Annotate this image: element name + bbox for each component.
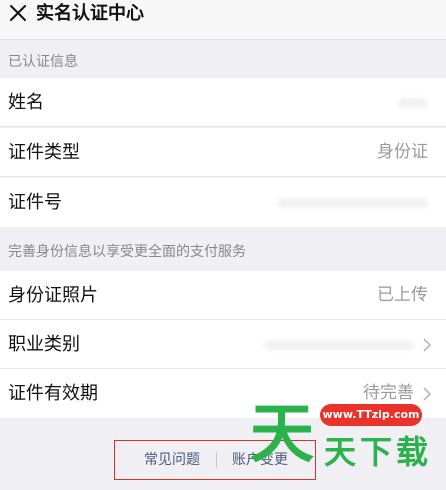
row-id-number-label: 证件号 <box>8 192 62 213</box>
watermark: 天 www.TTzip.com 天下载 <box>244 390 446 490</box>
row-occupation-label: 职业类别 <box>8 334 80 355</box>
row-id-type: 证件类型 身份证 <box>0 128 446 177</box>
row-id-type-label: 证件类型 <box>8 142 80 163</box>
id-number-value-blurred <box>278 198 428 208</box>
watermark-url: www.TTzip.com <box>320 404 422 426</box>
occupation-value-blurred <box>264 340 414 350</box>
section-header-improve-info: 完善身份信息以享受更全面的支付服务 <box>0 227 446 271</box>
row-occupation[interactable]: 职业类别 <box>0 320 446 369</box>
watermark-text: 天下载 <box>324 433 433 471</box>
watermark-logo-char: 天 <box>250 398 314 472</box>
row-id-photo-value: 已上传 <box>377 285 428 305</box>
navigation-bar: 实名认证中心 <box>0 0 446 40</box>
row-id-photo: 身份证照片 已上传 <box>0 271 446 320</box>
row-id-number: 证件号 <box>0 178 446 227</box>
row-id-type-value: 身份证 <box>377 142 428 162</box>
section-header-verified-info: 已认证信息 <box>0 40 446 78</box>
name-value-blurred <box>398 98 428 108</box>
row-id-validity-label: 证件有效期 <box>8 383 98 404</box>
row-name: 姓名 <box>0 78 446 127</box>
row-id-photo-label: 身份证照片 <box>8 285 98 306</box>
page-title: 实名认证中心 <box>36 3 144 24</box>
footer-divider <box>216 452 217 468</box>
chevron-right-icon <box>423 338 432 352</box>
faq-link[interactable]: 常见问题 <box>144 450 200 470</box>
close-icon[interactable] <box>6 2 30 26</box>
row-name-label: 姓名 <box>8 92 44 113</box>
